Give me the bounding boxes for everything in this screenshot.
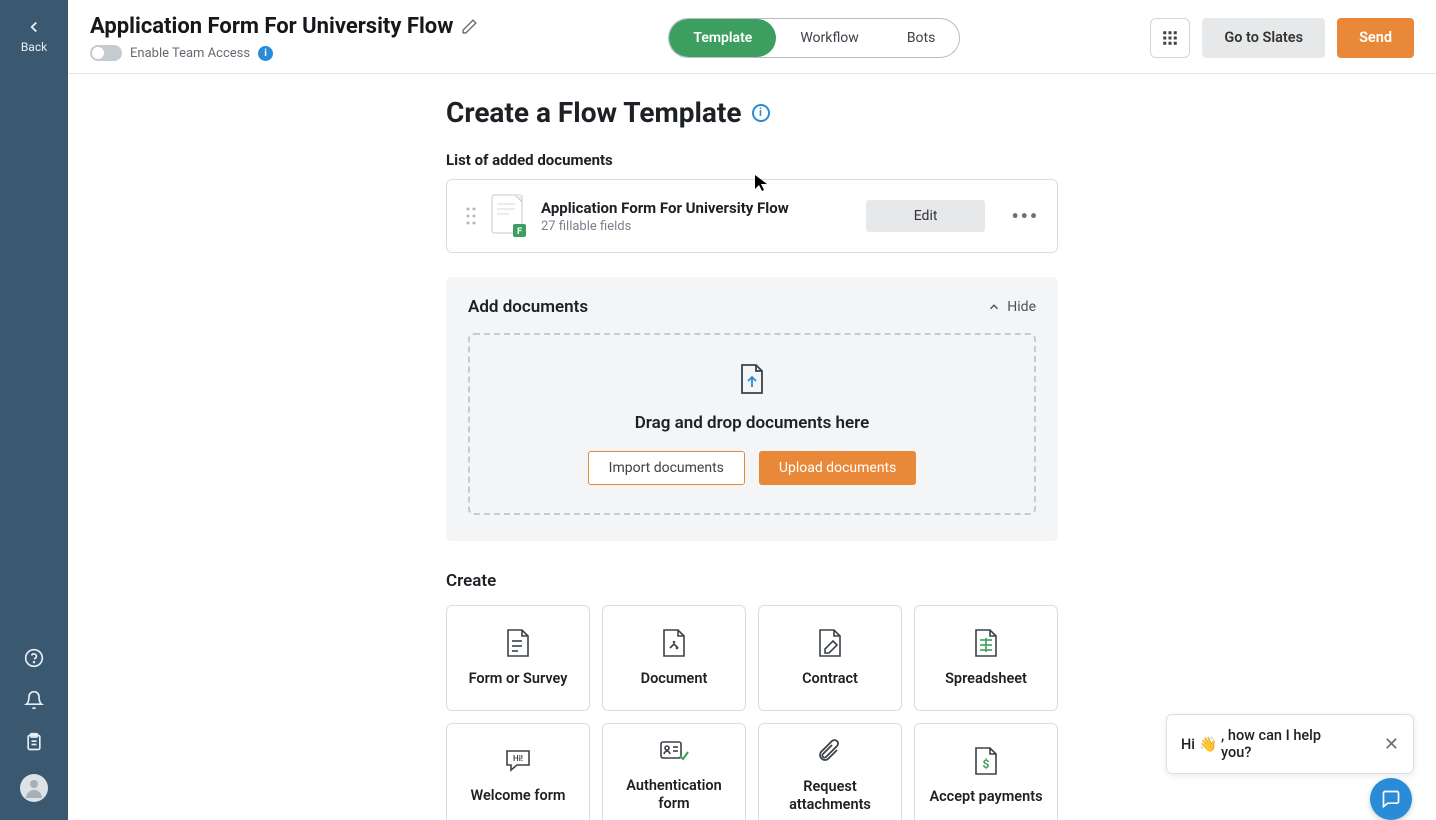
tab-bots[interactable]: Bots [883,19,960,57]
edit-title-icon[interactable] [461,18,478,35]
create-card-label: Authentication form [611,777,737,813]
upload-documents-button[interactable]: Upload documents [759,451,916,485]
welcome-icon: Hi! [503,747,533,775]
create-payments-card[interactable]: $ Accept payments [914,723,1058,820]
team-access-info-icon[interactable]: i [258,46,273,61]
document-thumb-icon: F [491,194,527,238]
add-documents-section: Add documents Hide Drag and drop documen… [446,277,1058,541]
create-welcome-card[interactable]: Hi! Welcome form [446,723,590,820]
clipboard-icon[interactable] [24,732,44,752]
page-title: Create a Flow Template [446,96,742,129]
team-access-toggle[interactable] [90,45,122,61]
auth-icon [659,739,689,765]
help-icon[interactable] [24,648,44,668]
create-card-label: Welcome form [470,787,565,805]
page-title-info-icon[interactable]: i [752,104,770,122]
send-button[interactable]: Send [1337,18,1414,58]
left-sidebar: Back [0,0,68,820]
create-card-label: Request attachments [767,778,893,814]
chat-fab[interactable] [1370,778,1412,820]
create-form-card[interactable]: Form or Survey [446,605,590,711]
create-spreadsheet-card[interactable]: Spreadsheet [914,605,1058,711]
document-more-icon[interactable]: ••• [1011,204,1039,228]
import-documents-button[interactable]: Import documents [588,451,745,485]
chevron-up-icon [987,300,1001,314]
top-header: Application Form For University Flow Ena… [68,0,1436,74]
team-access-label: Enable Team Access [130,46,250,61]
create-auth-card[interactable]: Authentication form [602,723,746,820]
document-name: Application Form For University Flow [541,199,852,217]
grid-icon [1161,29,1179,47]
create-attachments-card[interactable]: Request attachments [758,723,902,820]
spreadsheet-icon [973,628,999,658]
create-card-label: Accept payments [929,788,1042,806]
chat-icon [1381,789,1401,809]
dropzone[interactable]: Drag and drop documents here Import docu… [468,333,1036,515]
payments-icon: $ [973,746,999,776]
bell-icon[interactable] [24,690,44,710]
chevron-left-icon [25,18,43,36]
avatar[interactable] [20,774,48,802]
contract-icon [817,628,843,658]
svg-text:$: $ [983,757,990,771]
create-grid: Form or Survey Document Contract Spreads… [446,605,1058,820]
back-label: Back [21,40,47,54]
edit-document-button[interactable]: Edit [866,200,986,232]
create-card-label: Form or Survey [469,670,568,688]
hide-toggle[interactable]: Hide [987,299,1036,315]
create-title: Create [446,571,1058,591]
create-card-label: Spreadsheet [945,670,1027,688]
hide-label: Hide [1007,299,1036,315]
form-icon [505,628,531,658]
drop-text: Drag and drop documents here [635,413,870,433]
apps-grid-button[interactable] [1150,18,1190,58]
create-card-label: Contract [802,670,858,688]
document-icon [661,628,687,658]
upload-file-icon [738,363,766,395]
go-to-slates-button[interactable]: Go to Slates [1202,18,1325,58]
tab-workflow[interactable]: Workflow [776,19,883,57]
flow-title: Application Form For University Flow [90,14,453,39]
added-docs-label: List of added documents [446,151,1058,169]
chat-greeting: Hi 👋, how can I help you? [1181,727,1354,761]
svg-text:F: F [517,227,522,237]
content-area: Create a Flow Template i List of added d… [68,74,1436,820]
svg-text:Hi!: Hi! [513,754,523,763]
create-document-card[interactable]: Document [602,605,746,711]
create-contract-card[interactable]: Contract [758,605,902,711]
create-card-label: Document [641,670,708,688]
drag-handle-icon[interactable] [465,206,477,226]
tab-template[interactable]: Template [669,19,776,57]
document-meta: 27 fillable fields [541,219,852,234]
attachment-icon [817,738,843,766]
back-button[interactable]: Back [21,18,47,54]
mode-segmented-control: Template Workflow Bots [668,18,960,58]
add-documents-title: Add documents [468,297,588,317]
chat-close-icon[interactable]: ✕ [1384,734,1399,755]
chat-popup: Hi 👋, how can I help you? ✕ [1166,714,1414,774]
document-card: F Application Form For University Flow 2… [446,179,1058,253]
